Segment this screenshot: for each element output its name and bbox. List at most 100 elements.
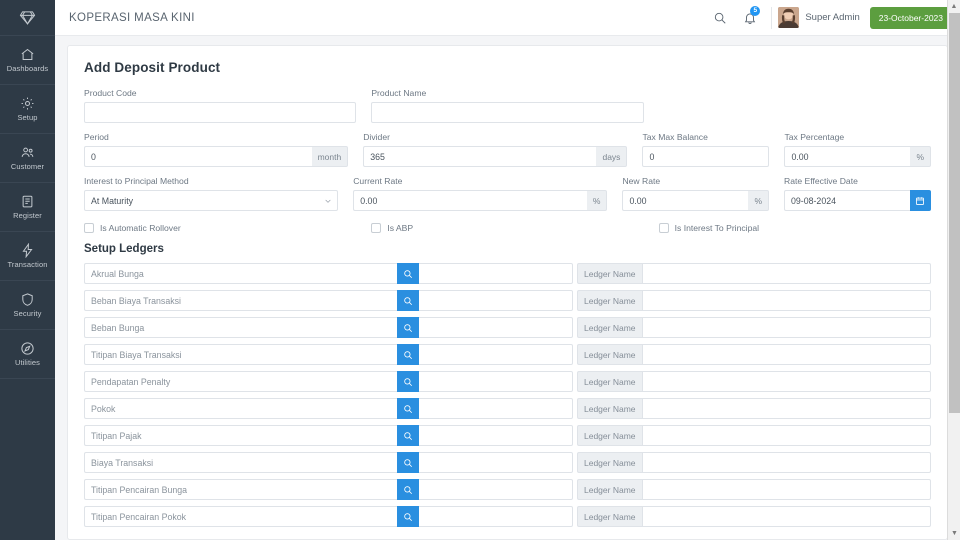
topbar: KOPERASI MASA KINI 5 Super Admin 23-Octo… [55, 0, 960, 36]
ledger-name-group [84, 506, 419, 527]
ledger-row: Ledger Name [84, 317, 931, 338]
ledger-type-input[interactable] [84, 290, 397, 311]
field-period: Period month [84, 132, 349, 167]
checkbox-is-automatic-rollover[interactable]: Is Automatic Rollover [84, 223, 356, 233]
period-input[interactable] [84, 146, 312, 167]
ledger-name-input[interactable] [641, 479, 931, 500]
sidebar-item-setup[interactable]: Setup [0, 85, 55, 134]
ledger-name-group-right: Ledger Name [577, 317, 931, 338]
ledger-name-input[interactable] [641, 290, 931, 311]
new-rate-input[interactable] [622, 190, 749, 211]
ledger-code-display [419, 506, 573, 527]
checkbox-box[interactable] [84, 223, 94, 233]
ledger-name-group [84, 317, 419, 338]
ledger-search-button[interactable] [397, 506, 419, 527]
ledger-name-group-right: Ledger Name [577, 425, 931, 446]
checkbox-is-interest-to-principal[interactable]: Is Interest To Principal [658, 223, 931, 233]
form-row-2: Period month Divider days [84, 132, 931, 176]
scroll-down-arrow[interactable]: ▼ [948, 527, 960, 540]
ledger-row: Ledger Name [84, 425, 931, 446]
search-icon [403, 296, 413, 306]
current-rate-input[interactable] [353, 190, 587, 211]
calendar-icon[interactable] [910, 190, 931, 211]
sidebar-item-label: Utilities [14, 358, 41, 368]
ledger-search-button[interactable] [397, 452, 419, 473]
user-menu[interactable]: Super Admin [778, 7, 863, 28]
interest-method-select[interactable]: At Maturity [84, 190, 339, 211]
ledger-type-input[interactable] [84, 479, 397, 500]
sidebar-item-register[interactable]: Register [0, 183, 55, 232]
field-product-name: Product Name [371, 88, 644, 123]
search-icon [403, 269, 413, 279]
ledger-type-input[interactable] [84, 317, 397, 338]
ledger-name-input[interactable] [641, 425, 931, 446]
search-button[interactable] [705, 0, 735, 36]
checkbox-is-abp[interactable]: Is ABP [371, 223, 643, 233]
notifications-button[interactable]: 5 [735, 0, 765, 36]
ledger-search-button[interactable] [397, 344, 419, 365]
ledger-type-input[interactable] [84, 452, 397, 473]
tax-percentage-label: Tax Percentage [784, 132, 845, 142]
sidebar-item-transaction[interactable]: Transaction [0, 232, 55, 281]
ledger-name-input[interactable] [641, 506, 931, 527]
ledger-name-input[interactable] [641, 344, 931, 365]
ledger-name-prefix-label: Ledger Name [577, 290, 642, 311]
ledger-name-input[interactable] [641, 317, 931, 338]
ledger-name-input[interactable] [641, 263, 931, 284]
ledger-search-button[interactable] [397, 425, 419, 446]
ledger-search-button[interactable] [397, 371, 419, 392]
ledger-list: Ledger Name Ledger Name Ledger Name Ledger … [84, 263, 931, 527]
tax-max-balance-input[interactable] [642, 146, 770, 167]
field-product-code: Product Code [84, 88, 357, 123]
checkbox-box[interactable] [371, 223, 382, 233]
ledger-type-input[interactable] [84, 506, 397, 527]
ledger-type-input[interactable] [84, 371, 397, 392]
product-name-input[interactable] [371, 102, 644, 123]
ledger-type-input[interactable] [84, 398, 397, 419]
ledger-search-button[interactable] [397, 398, 419, 419]
scrollbar-thumb[interactable] [949, 13, 960, 413]
scroll-up-arrow[interactable]: ▲ [948, 0, 960, 13]
field-tax-max-balance-wrap: Tax Max Balance Tax Percentage % [642, 132, 931, 167]
ledger-name-prefix-label: Ledger Name [577, 506, 642, 527]
search-icon [713, 11, 727, 25]
ledger-name-group-right: Ledger Name [577, 290, 931, 311]
ledger-type-input[interactable] [84, 425, 397, 446]
compass-icon [20, 341, 35, 356]
field-tax-percentage: Tax Percentage % [784, 132, 931, 167]
sidebar-item-security[interactable]: Security [0, 281, 55, 330]
sidebar-item-label: Register [13, 211, 42, 221]
tax-percentage-input[interactable] [784, 146, 911, 167]
checkbox-box[interactable] [658, 223, 669, 233]
field-current-rate: Current Rate % [353, 176, 608, 211]
ledger-search-button[interactable] [397, 317, 419, 338]
brand-logo[interactable] [0, 0, 55, 36]
sidebar-item-utilities[interactable]: Utilities [0, 330, 55, 379]
divider-input[interactable] [363, 146, 597, 167]
ledger-name-input[interactable] [641, 452, 931, 473]
sidebar-item-customer[interactable]: Customer [0, 134, 55, 183]
app-title: KOPERASI MASA KINI [69, 11, 195, 24]
ledger-type-input[interactable] [84, 344, 397, 365]
ledger-name-input[interactable] [641, 398, 931, 419]
ledger-name-group [84, 425, 419, 446]
rate-effective-date-input[interactable] [784, 190, 910, 211]
notification-badge: 5 [750, 5, 761, 16]
ledger-search-button[interactable] [397, 479, 419, 500]
sidebar-item-dashboards[interactable]: Dashboards [0, 36, 55, 85]
ledger-type-input[interactable] [84, 263, 397, 284]
ledger-search-button[interactable] [397, 290, 419, 311]
ledger-name-prefix-label: Ledger Name [577, 344, 642, 365]
ledger-row: Ledger Name [84, 452, 931, 473]
product-code-input[interactable] [84, 102, 357, 123]
date-button[interactable]: 23-October-2023 [869, 6, 952, 29]
gear-icon [20, 96, 35, 111]
users-icon [20, 145, 35, 160]
main-area: KOPERASI MASA KINI 5 Super Admin 23-Octo… [55, 0, 960, 540]
ledger-search-button[interactable] [397, 263, 419, 284]
ledger-name-input[interactable] [641, 371, 931, 392]
ledger-name-prefix-label: Ledger Name [577, 479, 642, 500]
ledger-row: Ledger Name [84, 290, 931, 311]
page-scrollbar[interactable]: ▲ ▼ [947, 0, 960, 540]
ledger-name-prefix-label: Ledger Name [577, 452, 642, 473]
